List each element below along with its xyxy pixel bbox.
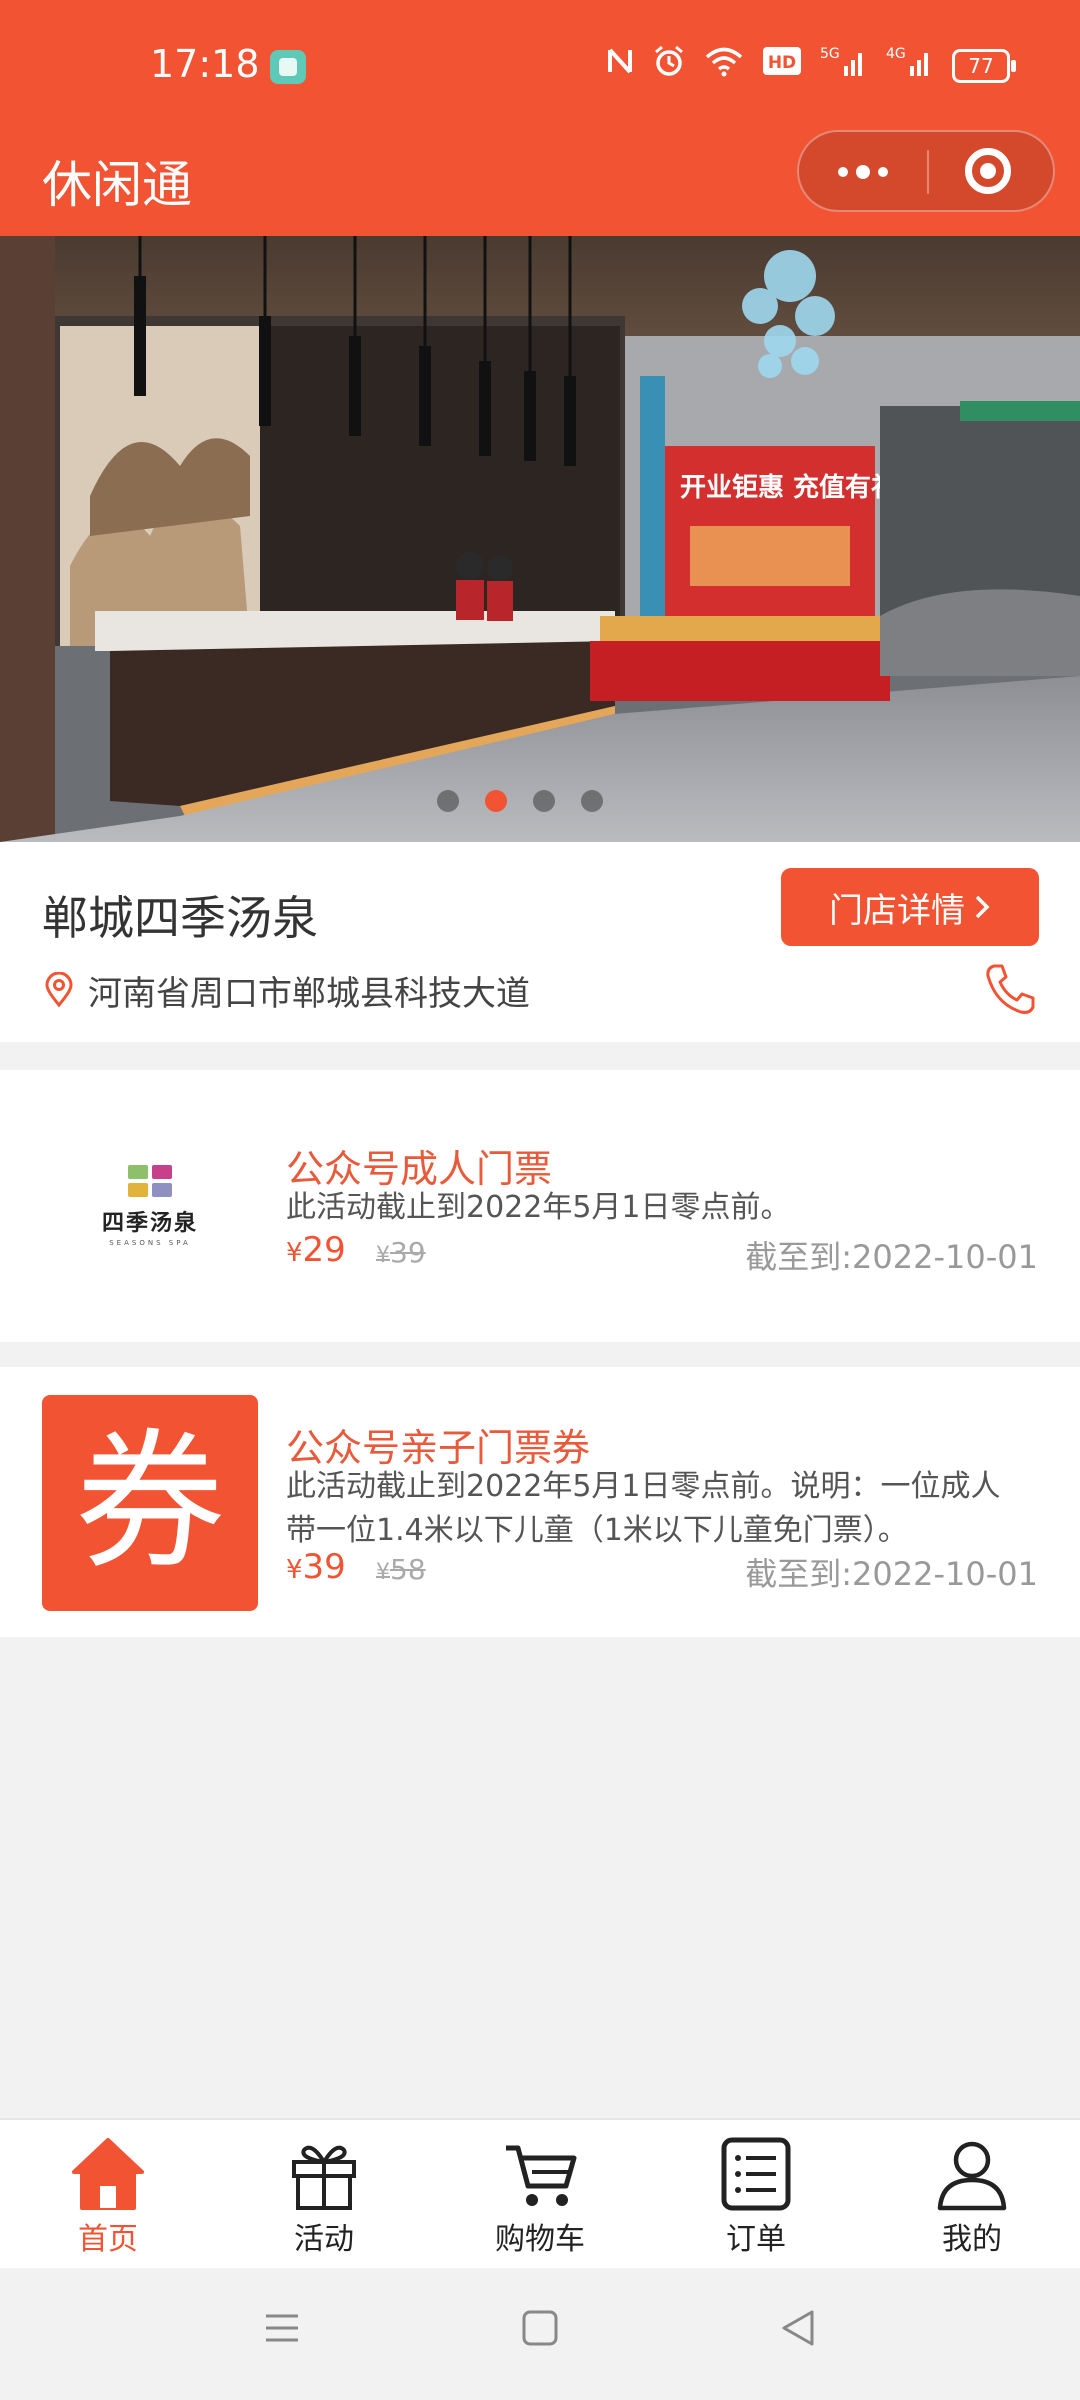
banner-sign-text: 开业钜惠 充值有礼 xyxy=(680,472,897,503)
item-price: ¥29 xyxy=(286,1230,346,1270)
item-expiry: 截至到:2022-10-01 xyxy=(745,1238,1038,1276)
store-name: 郸城四季汤泉 xyxy=(42,891,318,945)
bottom-tab-bar: 首页 活动 购物车 订单 我的 xyxy=(0,2118,1080,2270)
store-address: 河南省周口市郸城县科技大道 xyxy=(88,974,530,1014)
item-title: 公众号成人门票 xyxy=(286,1147,553,1191)
page-title: 休闲通 xyxy=(42,156,192,214)
back-icon[interactable] xyxy=(778,2308,818,2348)
tab-label: 订单 xyxy=(726,2222,786,2257)
item-description: 此活动截止到2022年5月1日零点前。说明：一位成人带一位1.4米以下儿童（1米… xyxy=(286,1469,1001,1548)
seasons-spa-logo: 四季汤泉 SEASONS SPA xyxy=(42,1098,258,1314)
home-square-icon[interactable] xyxy=(520,2308,560,2348)
menu-icon[interactable] xyxy=(262,2308,302,2348)
original-price-value: 58 xyxy=(390,1553,426,1586)
carousel-indicator xyxy=(0,790,1060,812)
cart-icon xyxy=(506,2145,577,2206)
tab-label: 首页 xyxy=(78,2222,138,2257)
wifi-icon xyxy=(704,45,744,87)
item-title: 公众号亲子门票券 xyxy=(286,1426,591,1470)
carousel-dot[interactable] xyxy=(581,790,603,812)
tab-activity[interactable]: 活动 xyxy=(216,2120,432,2270)
svg-text:5G: 5G xyxy=(820,46,840,62)
item-description: 此活动截止到2022年5月1日零点前。 xyxy=(286,1190,791,1225)
order-list-icon xyxy=(721,2137,791,2211)
store-detail-button[interactable]: 门店详情 xyxy=(781,868,1039,946)
user-icon xyxy=(937,2141,1007,2211)
original-price-value: 39 xyxy=(390,1236,426,1269)
ticket-item[interactable]: 券 公众号亲子门票券 此活动截止到2022年5月1日零点前。说明：一位成人带一位… xyxy=(0,1367,1080,1637)
phone-icon[interactable] xyxy=(984,962,1036,1016)
svg-text:4G: 4G xyxy=(886,46,906,62)
logo-text-en: SEASONS SPA xyxy=(109,1239,191,1247)
currency-symbol: ¥ xyxy=(376,1243,390,1268)
alarm-icon xyxy=(652,44,686,88)
signal-5g-icon: 5G xyxy=(820,44,868,88)
home-icon xyxy=(72,2138,144,2210)
store-info-card: 郸城四季汤泉 门店详情 河南省周口市郸城县科技大道 xyxy=(0,842,1080,1042)
svg-text:HD: HD xyxy=(768,53,796,73)
tab-label: 活动 xyxy=(294,2222,354,2257)
chevron-right-icon xyxy=(975,895,990,919)
currency-symbol: ¥ xyxy=(286,1238,303,1268)
lobby-photo: 开业钜惠 充值有礼 xyxy=(0,236,1080,842)
hd-icon: HD xyxy=(762,45,802,87)
capsule-divider xyxy=(927,150,929,194)
tab-orders[interactable]: 订单 xyxy=(648,2120,864,2270)
original-price: ¥58 xyxy=(376,1553,426,1586)
nfc-icon xyxy=(606,44,634,88)
price-value: 29 xyxy=(302,1230,346,1270)
gift-icon xyxy=(292,2145,356,2210)
mini-program-capsule xyxy=(797,130,1055,212)
more-dots-icon[interactable] xyxy=(833,158,893,186)
logo-squares-icon xyxy=(128,1165,172,1197)
notification-app-icon xyxy=(270,50,306,84)
currency-symbol: ¥ xyxy=(376,1560,390,1585)
status-time: 17:18 xyxy=(150,42,260,86)
logo-text-cn: 四季汤泉 xyxy=(101,1211,198,1236)
tab-label: 购物车 xyxy=(495,2222,585,2257)
carousel-dot-active[interactable] xyxy=(485,790,507,812)
tab-home[interactable]: 首页 xyxy=(0,2120,216,2270)
coupon-thumbnail: 券 xyxy=(42,1395,258,1611)
price-value: 39 xyxy=(302,1547,346,1587)
carousel-dot[interactable] xyxy=(533,790,555,812)
signal-4g-icon: 4G xyxy=(886,44,934,88)
ticket-item[interactable]: 四季汤泉 SEASONS SPA 公众号成人门票 此活动截止到2022年5月1日… xyxy=(0,1070,1080,1342)
store-banner-carousel[interactable]: 开业钜惠 充值有礼 xyxy=(0,236,1080,842)
currency-symbol: ¥ xyxy=(286,1555,303,1585)
tab-mine[interactable]: 我的 xyxy=(864,2120,1080,2270)
item-expiry: 截至到:2022-10-01 xyxy=(745,1555,1038,1593)
tab-cart[interactable]: 购物车 xyxy=(432,2120,648,2270)
app-header: 17:18 HD 5G 4G 77 休闲通 xyxy=(0,0,1080,236)
status-icons: HD 5G 4G 77 xyxy=(606,44,1016,88)
system-nav-bar xyxy=(0,2268,1080,2400)
tab-label: 我的 xyxy=(942,2222,1002,2257)
item-price: ¥39 xyxy=(286,1547,346,1587)
location-pin-icon xyxy=(45,972,73,1008)
store-detail-label: 门店详情 xyxy=(829,890,965,931)
close-target-icon[interactable] xyxy=(965,148,1011,194)
battery-icon: 77 xyxy=(952,49,1016,83)
original-price: ¥39 xyxy=(376,1236,426,1269)
carousel-dot[interactable] xyxy=(437,790,459,812)
